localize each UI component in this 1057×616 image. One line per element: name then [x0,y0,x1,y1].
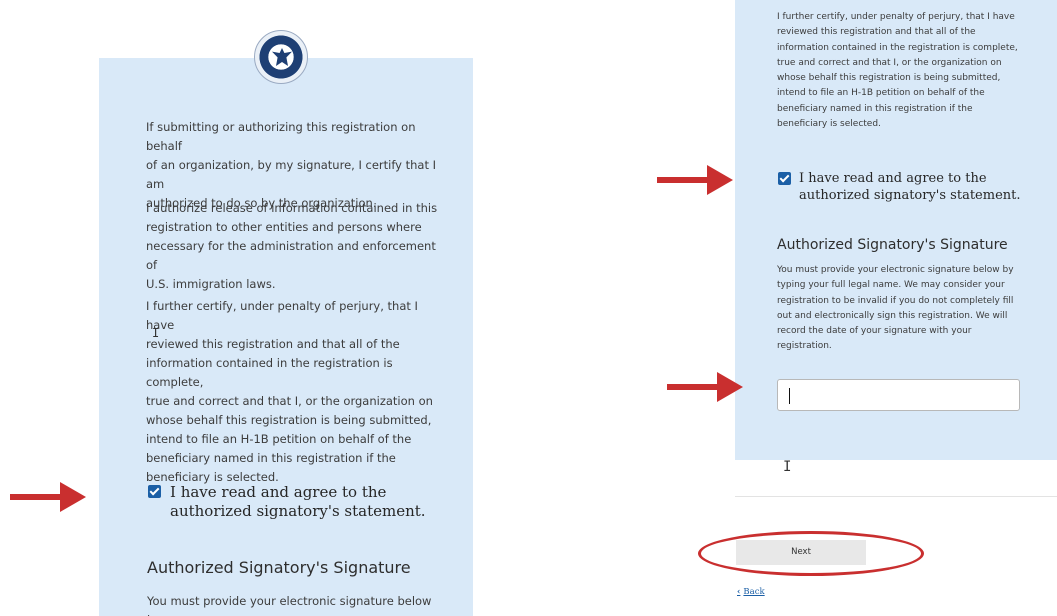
certification-paragraph: I further certify, under penalty of perj… [777,12,1018,130]
divider [735,496,1057,497]
dhs-seal-icon [254,30,308,84]
back-label: Back [743,587,765,597]
red-arrow-icon [10,482,86,512]
input-caret [789,388,790,404]
chevron-left-icon: ‹ [737,587,741,597]
signature-instructions: You must provide your electronic signatu… [777,265,1014,352]
signature-heading: Authorized Signatory's Signature [777,237,1008,253]
red-arrow-icon [657,165,733,195]
agree-checkbox-row[interactable]: I have read and agree to the authorized … [148,483,428,521]
signature-intro: You must provide your electronic signatu… [147,594,432,616]
text-cursor-icon: I [783,459,792,475]
agree-label: I have read and agree to the authorized … [170,483,426,520]
agree-checkbox[interactable] [148,485,161,498]
text-cursor-icon: I [152,326,160,340]
signature-heading: Authorized Signatory's Signature [147,558,411,577]
agree-checkbox-row[interactable]: I have read and agree to the authorized … [778,170,1038,204]
back-link[interactable]: ‹ Back [737,587,765,597]
release-paragraph: I authorize release of information conta… [146,201,438,291]
agree-checkbox[interactable] [778,172,791,185]
signature-input[interactable] [777,379,1020,411]
red-arrow-icon [667,372,743,402]
red-highlight-oval [698,531,924,576]
agree-label: I have read and agree to the authorized … [799,171,1021,203]
certification-paragraph: I further certify, under penalty of perj… [146,299,433,484]
